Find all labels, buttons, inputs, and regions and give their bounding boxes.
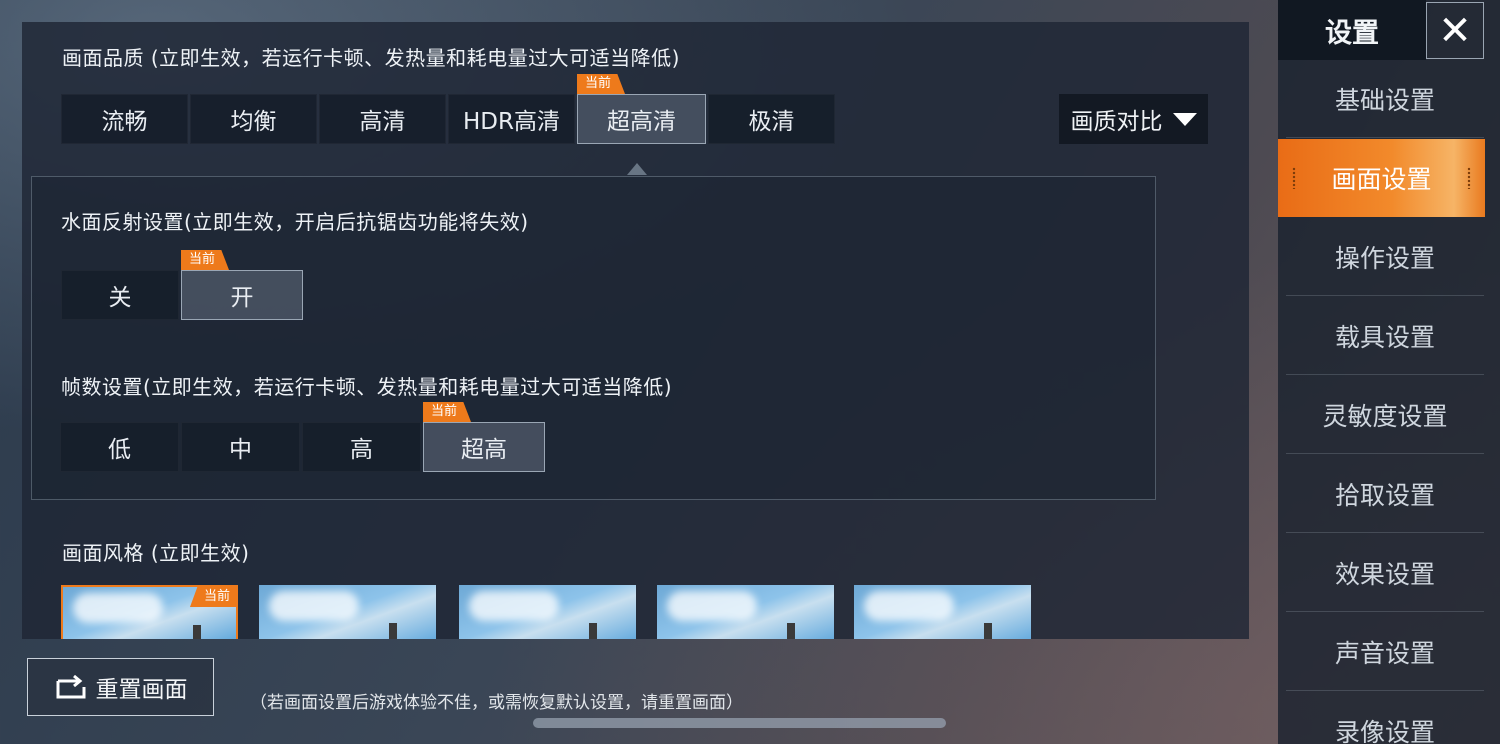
sidebar-item-sound[interactable]: 声音设置: [1286, 613, 1484, 691]
quality-option-label: 均衡: [230, 109, 277, 135]
character-image: [984, 623, 992, 639]
advanced-settings-box: 水面反射设置(立即生效，开启后抗锯齿功能将失效) 关 当前 开 帧数设置(立即生…: [31, 176, 1156, 500]
reset-hint-text: （若画面设置后游戏体验不佳，或需恢复默认设置，请重置画面）: [250, 693, 743, 713]
character-image: [389, 623, 397, 639]
water-option-on[interactable]: 当前 开: [181, 250, 303, 320]
sidebar-item-label: 效果设置: [1334, 559, 1435, 589]
quality-option-hd[interactable]: 高清: [319, 94, 446, 144]
sidebar-item-label: 画面设置: [1331, 165, 1432, 194]
water-options: 关 当前 开: [61, 250, 303, 320]
current-tag: 当前: [189, 587, 236, 607]
water-section-title: 水面反射设置(立即生效，开启后抗锯齿功能将失效): [61, 210, 529, 234]
fps-options: 低 中 高 当前 超高: [60, 402, 545, 472]
graphics-settings-panel: 画面品质 (立即生效，若运行卡顿、发热量和耗电量过大可适当降低) 流畅 均衡 高…: [22, 22, 1249, 639]
style-thumbnail-4[interactable]: [657, 585, 834, 639]
fps-option-ultra[interactable]: 当前 超高: [423, 402, 545, 472]
sidebar-item-label: 灵敏度设置: [1322, 401, 1448, 431]
quality-options: 流畅 均衡 高清 HDR高清 当前 超高清 极清: [61, 74, 835, 144]
character-image: [787, 623, 795, 639]
sidebar-item-label: 拾取设置: [1334, 480, 1435, 510]
sidebar-item-effects[interactable]: 效果设置: [1286, 534, 1484, 612]
character-image: [589, 623, 597, 639]
sidebar-item-basic[interactable]: 基础设置: [1286, 60, 1484, 138]
quality-option-label: 流畅: [101, 109, 148, 135]
style-thumbnail-3[interactable]: [459, 585, 636, 639]
grip-icon: [1467, 167, 1471, 189]
reset-icon: [54, 674, 88, 699]
sidebar-item-label: 声音设置: [1334, 638, 1435, 668]
reset-button-label: 重置画面: [95, 677, 188, 703]
current-tag: 当前: [577, 74, 626, 94]
fps-option-medium[interactable]: 中: [181, 422, 300, 472]
current-tag: 当前: [423, 402, 472, 422]
quality-option-label: 高清: [359, 109, 406, 135]
water-option-off[interactable]: 关: [61, 270, 179, 320]
sidebar-item-pickup[interactable]: 拾取设置: [1286, 455, 1484, 533]
reset-graphics-button[interactable]: 重置画面: [27, 658, 214, 716]
character-image: [193, 625, 201, 639]
sidebar-item-label: 操作设置: [1334, 243, 1435, 273]
cloud-image: [667, 591, 757, 621]
water-option-label: 开: [230, 285, 254, 311]
sidebar-title: 设置: [1278, 0, 1426, 60]
fps-option-label: 中: [229, 437, 252, 463]
sidebar-item-label: 基础设置: [1334, 85, 1435, 115]
cloud-image: [269, 591, 359, 621]
fps-option-label: 低: [108, 437, 131, 463]
quality-option-ultra-hd[interactable]: 当前 超高清: [577, 74, 706, 144]
style-thumbnail-1[interactable]: 当前: [61, 585, 238, 639]
quality-option-hdr-hd[interactable]: HDR高清: [448, 94, 575, 144]
quality-compare-label: 画质对比: [1070, 109, 1163, 135]
fps-option-label: 高: [350, 437, 373, 463]
cloud-image: [864, 591, 954, 621]
water-option-label: 关: [108, 285, 132, 311]
sidebar-item-label: 载具设置: [1334, 322, 1435, 352]
style-section-title: 画面风格 (立即生效): [62, 541, 250, 565]
quality-option-extreme[interactable]: 极清: [708, 94, 835, 144]
quality-option-smooth[interactable]: 流畅: [61, 94, 188, 144]
sidebar-item-recording[interactable]: 录像设置: [1286, 692, 1484, 744]
fps-option-label: 超高: [461, 437, 507, 463]
current-tag: 当前: [181, 250, 230, 270]
sidebar-item-controls[interactable]: 操作设置: [1286, 218, 1484, 296]
style-thumbnail-2[interactable]: [259, 585, 436, 639]
settings-sidebar: 设置 ✕ 基础设置 画面设置 操作设置 载具设置 灵敏度设置 拾取设置 效果设置…: [1278, 0, 1500, 744]
close-icon: ✕: [1438, 7, 1472, 54]
quality-option-label: 极清: [748, 109, 795, 135]
sidebar-item-graphics[interactable]: 画面设置: [1278, 139, 1485, 217]
quality-section-title: 画面品质 (立即生效，若运行卡顿、发热量和耗电量过大可适当降低): [62, 46, 680, 70]
fps-section-title: 帧数设置(立即生效，若运行卡顿、发热量和耗电量过大可适当降低): [61, 375, 673, 399]
quality-option-balanced[interactable]: 均衡: [190, 94, 317, 144]
style-thumbnail-5[interactable]: [854, 585, 1031, 639]
sidebar-item-label: 录像设置: [1334, 718, 1435, 744]
home-indicator[interactable]: [533, 718, 946, 728]
quality-compare-dropdown[interactable]: 画质对比: [1059, 94, 1208, 144]
quality-option-label: 超高清: [607, 109, 676, 135]
pointer-arrow-icon: [627, 163, 647, 175]
sidebar-item-vehicle[interactable]: 载具设置: [1286, 297, 1484, 375]
cloud-image: [469, 591, 559, 621]
sidebar-item-sensitivity[interactable]: 灵敏度设置: [1286, 376, 1484, 454]
close-button[interactable]: ✕: [1426, 2, 1484, 59]
cloud-image: [73, 593, 163, 623]
grip-icon: [1292, 167, 1296, 189]
quality-option-label: HDR高清: [463, 109, 560, 135]
fps-option-low[interactable]: 低: [60, 422, 179, 472]
fps-option-high[interactable]: 高: [302, 422, 421, 472]
chevron-down-icon: [1172, 112, 1197, 126]
